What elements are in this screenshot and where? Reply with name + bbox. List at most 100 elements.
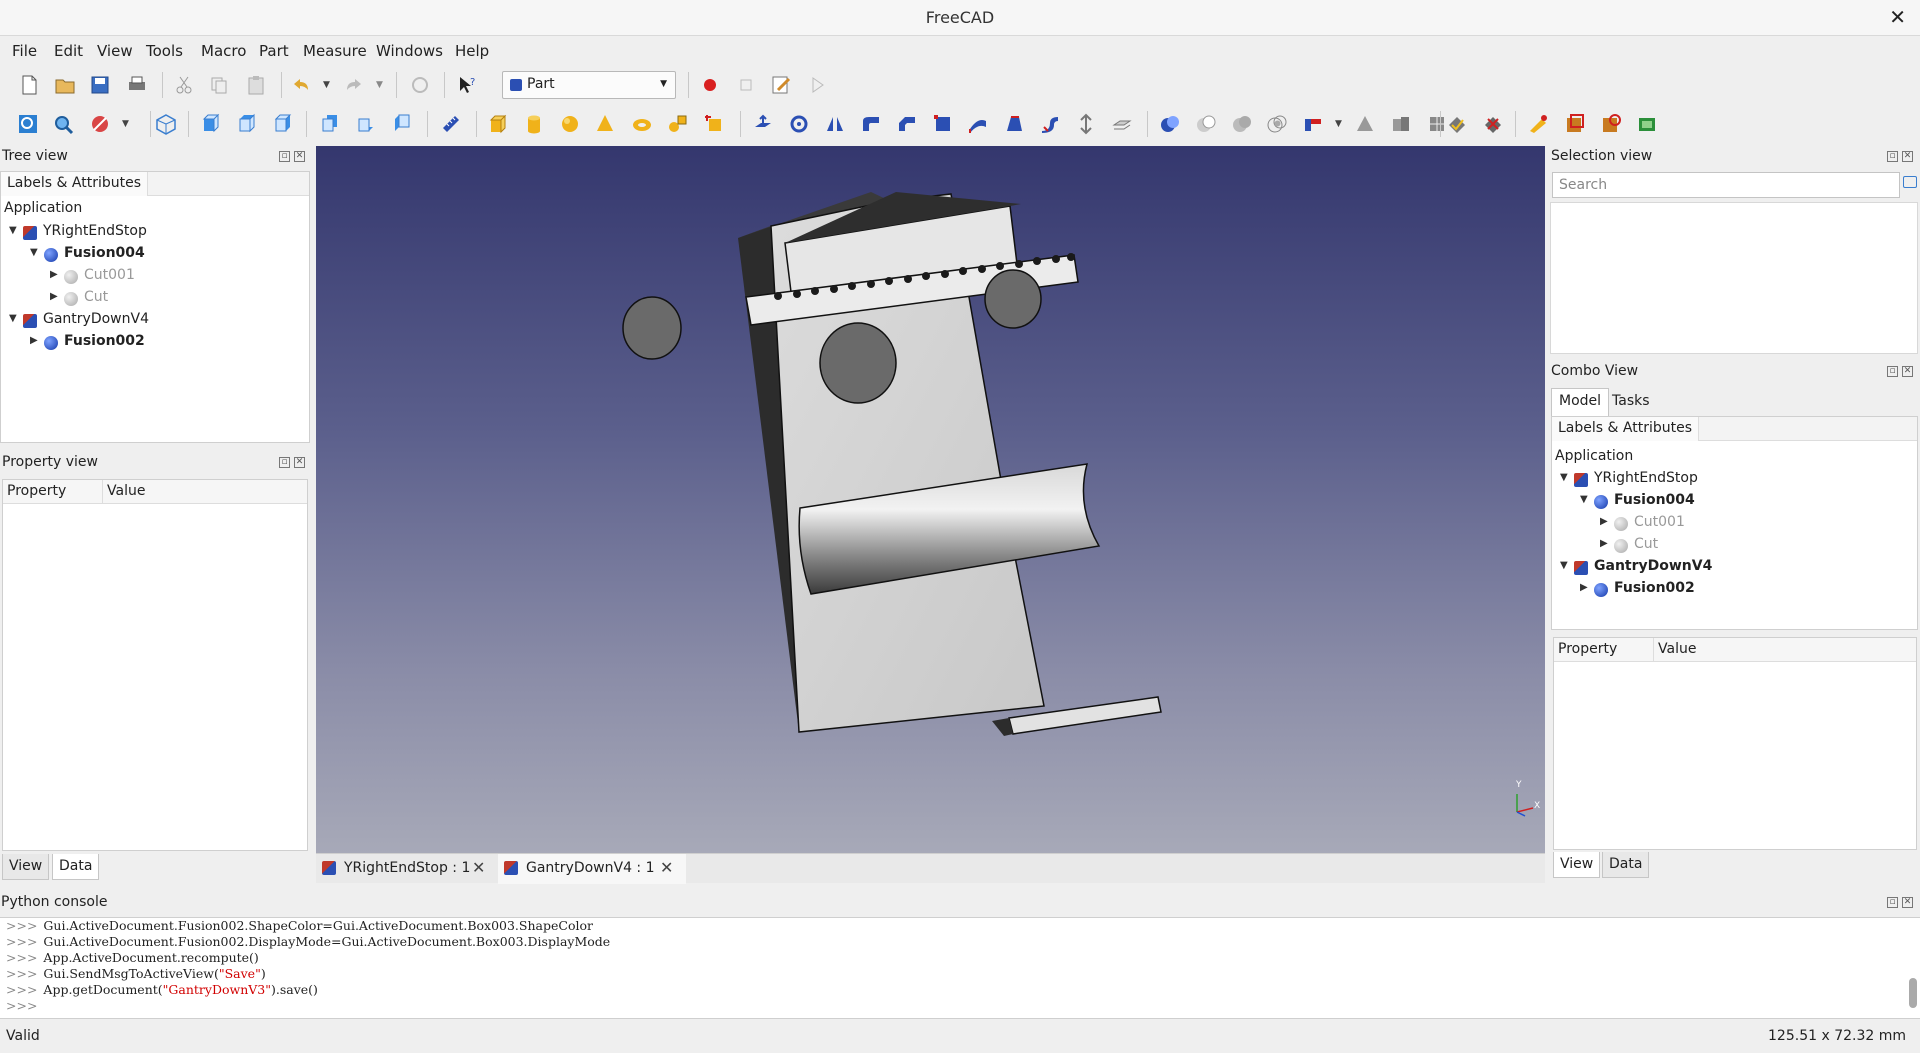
- collapse-arrow-icon[interactable]: ▶: [50, 269, 58, 280]
- combo-item-fusion004[interactable]: ▼ Fusion004: [1580, 491, 1900, 513]
- draw-style-dropdown-icon[interactable]: ▼: [122, 119, 129, 129]
- expand-arrow-icon[interactable]: ▼: [9, 313, 17, 324]
- macro-stop-icon[interactable]: [735, 74, 757, 96]
- whats-this-icon[interactable]: ?: [456, 74, 478, 96]
- measure-distance-icon[interactable]: [440, 113, 462, 135]
- selection-view-dock-buttons[interactable]: ▫ ✕: [1883, 150, 1913, 162]
- combo-item-yrightendstop[interactable]: ▼ YRightEndStop: [1560, 469, 1900, 491]
- tab-document-gantrydownv4[interactable]: GantryDownV4 : 1 ✕: [498, 854, 686, 884]
- save-icon[interactable]: [89, 74, 111, 96]
- box-icon[interactable]: [487, 113, 509, 135]
- undo-icon[interactable]: [290, 74, 312, 96]
- export-step-icon[interactable]: [1564, 113, 1586, 135]
- console-scrollbar[interactable]: [1909, 978, 1917, 1008]
- section-icon[interactable]: [1075, 113, 1097, 135]
- menu-view[interactable]: View: [97, 42, 133, 60]
- mirror-icon[interactable]: [824, 113, 846, 135]
- redo-dropdown-icon[interactable]: ▼: [376, 80, 383, 90]
- macro-run-icon[interactable]: [806, 74, 828, 96]
- macro-record-icon[interactable]: [699, 74, 721, 96]
- tab-view[interactable]: View: [2, 854, 50, 880]
- sphere-icon[interactable]: [559, 113, 581, 135]
- tree-item-yrightendstop[interactable]: ▼ YRightEndStop: [9, 222, 299, 244]
- expand-arrow-icon[interactable]: ▼: [9, 225, 17, 236]
- top-view-icon[interactable]: [236, 113, 258, 135]
- loft-icon[interactable]: [1003, 113, 1025, 135]
- join-dropdown-icon[interactable]: ▼: [1335, 119, 1342, 129]
- fit-selection-icon[interactable]: [52, 113, 74, 135]
- sweep-icon[interactable]: [1039, 113, 1061, 135]
- boolean-cut-icon[interactable]: [1195, 113, 1217, 135]
- right-view-icon[interactable]: [272, 113, 294, 135]
- primitives-icon[interactable]: [667, 113, 689, 135]
- search-input[interactable]: [1552, 172, 1900, 198]
- join-features-icon[interactable]: [1302, 113, 1324, 135]
- fit-all-icon[interactable]: [17, 113, 39, 135]
- create-simple-copy-icon[interactable]: [1600, 113, 1622, 135]
- expand-arrow-icon[interactable]: ▼: [1580, 494, 1588, 505]
- bottom-view-icon[interactable]: [355, 113, 377, 135]
- boolean-common-icon[interactable]: [1266, 113, 1288, 135]
- tree-tab-labels[interactable]: Labels & Attributes: [1, 172, 148, 196]
- explode-compound-icon[interactable]: [1426, 113, 1448, 135]
- open-file-icon[interactable]: [54, 74, 76, 96]
- refine-shape-icon[interactable]: [1636, 113, 1658, 135]
- tab-document-yrightendstop[interactable]: YRightEndStop : 1 ✕: [316, 854, 498, 884]
- draw-style-icon[interactable]: [89, 113, 111, 135]
- attachment-editor-icon[interactable]: [1527, 113, 1549, 135]
- collapse-arrow-icon[interactable]: ▶: [1600, 516, 1608, 527]
- menu-macro[interactable]: Macro: [201, 42, 246, 60]
- tree-item-cut001[interactable]: ▶ Cut001: [50, 266, 300, 288]
- tree-view-dock-buttons[interactable]: ▫ ✕: [275, 150, 305, 162]
- cone-icon[interactable]: [594, 113, 616, 135]
- combo-item-cut001[interactable]: ▶ Cut001: [1600, 513, 1900, 535]
- tree-item-fusion004[interactable]: ▼ Fusion004: [30, 244, 300, 266]
- compound-icon[interactable]: [1390, 113, 1412, 135]
- front-view-icon[interactable]: [200, 113, 222, 135]
- split-icon[interactable]: [1354, 113, 1376, 135]
- python-console-dock-buttons[interactable]: ▫ ✕: [1883, 896, 1913, 908]
- shape-builder-icon[interactable]: [703, 113, 725, 135]
- expand-arrow-icon[interactable]: ▼: [1560, 560, 1568, 571]
- defeaturing-icon[interactable]: [1482, 113, 1504, 135]
- boolean-fuse-icon[interactable]: [1231, 113, 1253, 135]
- close-tab-icon[interactable]: ✕: [660, 858, 673, 877]
- menu-part[interactable]: Part: [259, 42, 289, 60]
- chamfer-icon[interactable]: [896, 113, 918, 135]
- combo-tab-view[interactable]: View: [1553, 852, 1601, 878]
- close-tab-icon[interactable]: ✕: [472, 858, 485, 877]
- search-clear-icon[interactable]: [1903, 176, 1917, 188]
- 3d-viewport[interactable]: Y X: [316, 146, 1545, 853]
- left-view-icon[interactable]: [391, 113, 413, 135]
- tree-item-gantrydownv4[interactable]: ▼ GantryDownV4: [9, 310, 299, 332]
- undo-dropdown-icon[interactable]: ▼: [323, 80, 330, 90]
- collapse-arrow-icon[interactable]: ▶: [1580, 582, 1588, 593]
- rear-view-icon[interactable]: [319, 113, 341, 135]
- extrude-icon[interactable]: [752, 113, 774, 135]
- refresh-icon[interactable]: [409, 74, 431, 96]
- menu-tools[interactable]: Tools: [146, 42, 183, 60]
- combo-view-dock-buttons[interactable]: ▫ ✕: [1883, 365, 1913, 377]
- collapse-arrow-icon[interactable]: ▶: [30, 335, 38, 346]
- menu-windows[interactable]: Windows: [376, 42, 443, 60]
- print-icon[interactable]: [126, 74, 148, 96]
- workbench-selector[interactable]: Part ▼: [502, 71, 676, 99]
- collapse-arrow-icon[interactable]: ▶: [1600, 538, 1608, 549]
- macro-edit-icon[interactable]: [770, 74, 792, 96]
- copy-icon[interactable]: [208, 74, 230, 96]
- expand-arrow-icon[interactable]: ▼: [1560, 472, 1568, 483]
- revolve-icon[interactable]: [788, 113, 810, 135]
- property-view-dock-buttons[interactable]: ▫ ✕: [275, 456, 305, 468]
- fillet-icon[interactable]: [860, 113, 882, 135]
- menu-measure[interactable]: Measure: [303, 42, 367, 60]
- menu-file[interactable]: File: [12, 42, 37, 60]
- isometric-view-icon[interactable]: [155, 113, 177, 135]
- combo-item-fusion002[interactable]: ▶ Fusion002: [1580, 579, 1900, 601]
- tree-item-cut[interactable]: ▶ Cut: [50, 288, 300, 310]
- combo-tab-data[interactable]: Data: [1602, 852, 1650, 878]
- check-geometry-icon[interactable]: [1446, 113, 1468, 135]
- tree-item-fusion002[interactable]: ▶ Fusion002: [30, 332, 300, 354]
- torus-icon[interactable]: [631, 113, 653, 135]
- cut-icon[interactable]: [173, 74, 195, 96]
- collapse-arrow-icon[interactable]: ▶: [50, 291, 58, 302]
